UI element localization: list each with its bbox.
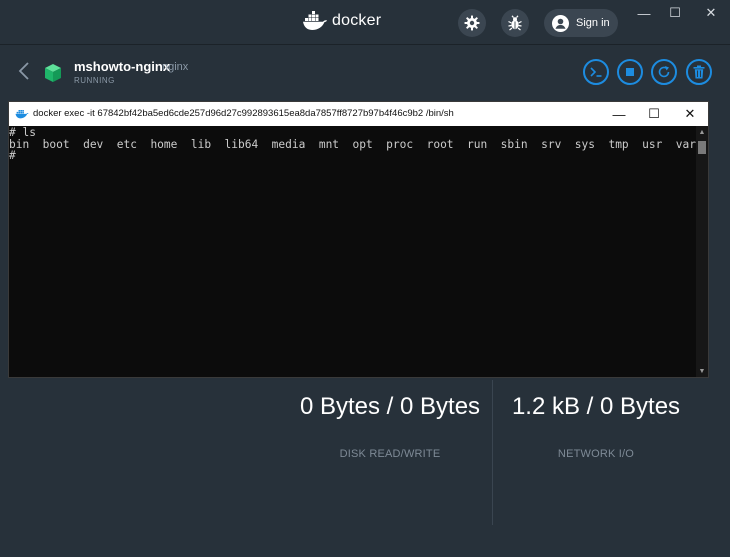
gear-icon	[464, 15, 480, 31]
user-icon	[552, 14, 569, 32]
container-status: RUNNING	[74, 76, 115, 85]
docker-whale-icon	[303, 11, 327, 30]
close-button[interactable]: ✕	[700, 4, 722, 22]
container-image: nginx	[162, 61, 189, 73]
stop-icon	[626, 68, 634, 76]
network-io-label: NETWORK I/O	[557, 448, 635, 460]
restart-icon	[658, 66, 670, 78]
troubleshoot-button[interactable]	[501, 9, 529, 37]
app-name: docker	[332, 12, 382, 29]
terminal-output[interactable]: # ls bin boot dev etc home lib lib64 med…	[9, 126, 697, 377]
container-icon	[43, 63, 63, 88]
sign-in-label: Sign in	[576, 17, 610, 29]
stats-divider	[492, 380, 493, 525]
chevron-left-icon	[18, 62, 29, 80]
cli-button[interactable]	[583, 59, 609, 85]
scrollbar-thumb[interactable]	[698, 141, 706, 154]
back-button[interactable]	[18, 62, 30, 85]
minimize-button[interactable]: —	[633, 4, 655, 22]
docker-whale-icon	[15, 110, 29, 119]
bug-icon	[508, 15, 522, 31]
terminal-title-bar: docker exec -it 67842bf42ba5ed6cde257d96…	[9, 102, 708, 126]
trash-icon	[693, 65, 705, 79]
restart-button[interactable]	[651, 59, 677, 85]
disk-io-value: 0 Bytes / 0 Bytes	[299, 393, 481, 420]
terminal-line: #	[9, 149, 16, 162]
stop-button[interactable]	[617, 59, 643, 85]
maximize-button[interactable]: ☐	[664, 4, 686, 22]
delete-button[interactable]	[686, 59, 712, 85]
terminal-close-button[interactable]: ✕	[676, 105, 704, 123]
cli-icon	[590, 67, 602, 77]
terminal-scrollbar[interactable]: ▲ ▼	[696, 126, 708, 377]
container-name: mshowto-nginx	[74, 59, 171, 74]
terminal-window[interactable]: docker exec -it 67842bf42ba5ed6cde257d96…	[8, 101, 709, 378]
scroll-up-arrow-icon[interactable]: ▲	[696, 126, 708, 138]
cube-icon	[45, 64, 61, 82]
sign-in-button[interactable]: Sign in	[544, 9, 618, 37]
container-header: mshowto-nginx nginx RUNNING	[0, 46, 730, 98]
docker-logo: docker	[302, 11, 381, 31]
terminal-line: bin boot dev etc home lib lib64 media mn…	[9, 137, 697, 151]
network-io-value: 1.2 kB / 0 Bytes	[511, 393, 681, 420]
terminal-title: docker exec -it 67842bf42ba5ed6cde257d96…	[33, 108, 454, 119]
terminal-maximize-button[interactable]: ☐	[640, 105, 668, 123]
title-bar: docker Sign in — ☐ ✕	[0, 0, 730, 45]
disk-io-label: DISK READ/WRITE	[339, 448, 441, 460]
terminal-minimize-button[interactable]: —	[605, 105, 633, 123]
settings-button[interactable]	[458, 9, 486, 37]
terminal-line: # ls	[9, 126, 36, 139]
scroll-down-arrow-icon[interactable]: ▼	[696, 365, 708, 377]
